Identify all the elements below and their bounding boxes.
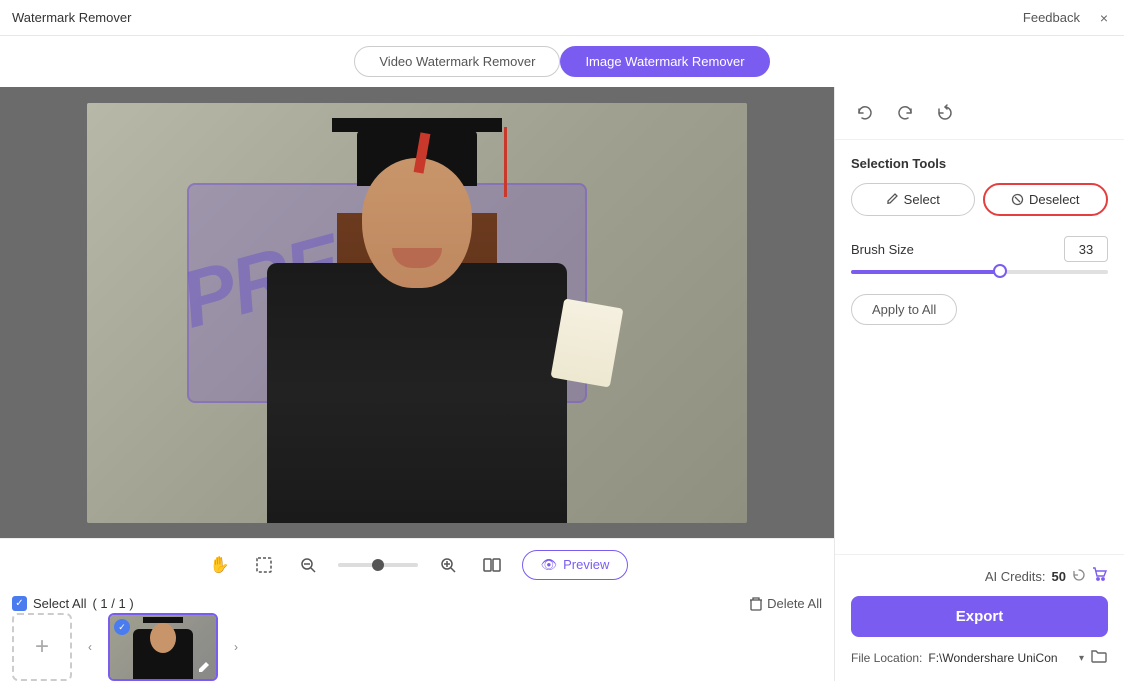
file-location-value: F:\Wondershare UniCon ▾ xyxy=(928,651,1084,665)
delete-all-label: Delete All xyxy=(767,596,822,611)
graduation-photo: PRE xyxy=(87,103,747,523)
folder-icon[interactable] xyxy=(1090,647,1108,669)
feedback-link[interactable]: Feedback xyxy=(1023,10,1080,25)
thumb-edit-icon xyxy=(198,661,212,675)
file-location-label: File Location: xyxy=(851,651,922,665)
brush-size-label: Brush Size xyxy=(851,242,914,257)
canvas-area: PRE ✋ xyxy=(0,87,834,681)
panel-toolbar xyxy=(835,87,1124,140)
brush-size-row: Brush Size 33 xyxy=(851,236,1108,262)
deselect-icon xyxy=(1011,193,1024,206)
apply-to-all-button[interactable]: Apply to All xyxy=(851,294,957,325)
add-icon: + xyxy=(35,633,49,661)
title-bar-left: Watermark Remover xyxy=(12,10,131,25)
panel-body: Selection Tools Select Deselect Brush Si… xyxy=(835,140,1124,554)
select-tool-icon[interactable] xyxy=(250,551,278,579)
pencil-icon xyxy=(886,193,899,206)
grad-cap-tassel xyxy=(504,127,507,197)
filmstrip-nav-right[interactable]: › xyxy=(226,637,246,657)
select-all-text: Select All xyxy=(33,596,86,611)
ai-credits-label: AI Credits: xyxy=(985,569,1046,584)
grad-gown xyxy=(267,263,567,523)
deselect-button[interactable]: Deselect xyxy=(983,183,1109,216)
main-content: PRE ✋ xyxy=(0,87,1124,681)
zoom-slider[interactable] xyxy=(338,563,418,567)
trash-icon xyxy=(749,597,763,611)
select-all-count: ( 1 / 1 ) xyxy=(92,596,133,611)
panel-footer: AI Credits: 50 Export xyxy=(835,554,1124,681)
filmstrip-bottom: + ‹ ✓ › xyxy=(0,613,834,681)
undo-button[interactable] xyxy=(851,99,879,127)
photo-frame: PRE xyxy=(87,103,747,523)
delete-all-button[interactable]: Delete All xyxy=(749,596,822,611)
select-all-label: ✓ Select All ( 1 / 1 ) xyxy=(12,596,134,611)
tab-video-watermark-remover[interactable]: Video Watermark Remover xyxy=(354,46,560,77)
select-button[interactable]: Select xyxy=(851,183,975,216)
filmstrip-nav-left[interactable]: ‹ xyxy=(80,637,100,657)
selection-tools-title: Selection Tools xyxy=(851,156,1108,171)
zoom-slider-thumb xyxy=(372,559,384,571)
tab-bar: Video Watermark Remover Image Watermark … xyxy=(0,36,1124,87)
credits-refresh-icon[interactable] xyxy=(1072,568,1086,585)
tab-image-watermark-remover[interactable]: Image Watermark Remover xyxy=(560,46,769,77)
cart-icon[interactable] xyxy=(1092,567,1108,586)
ai-credits-count: 50 xyxy=(1052,569,1066,584)
brush-size-value: 33 xyxy=(1064,236,1108,262)
refresh-button[interactable] xyxy=(931,99,959,127)
preview-label: Preview xyxy=(563,557,609,572)
thumbnail-item[interactable]: ✓ xyxy=(108,613,218,681)
filmstrip-section: ✓ Select All ( 1 / 1 ) Delete All + ‹ xyxy=(0,590,834,681)
right-panel: Selection Tools Select Deselect Brush Si… xyxy=(834,87,1124,681)
select-label: Select xyxy=(904,192,940,207)
zoom-in-icon[interactable] xyxy=(434,551,462,579)
tool-buttons: Select Deselect xyxy=(851,183,1108,216)
app-title: Watermark Remover xyxy=(12,10,131,25)
add-image-button[interactable]: + xyxy=(12,613,72,681)
grad-cap-board xyxy=(332,118,502,132)
preview-button[interactable]: 👁 Preview xyxy=(522,550,629,580)
select-all-checkbox[interactable]: ✓ xyxy=(12,596,27,611)
zoom-out-icon[interactable] xyxy=(294,551,322,579)
eye-icon: 👁 xyxy=(541,557,558,573)
split-view-icon[interactable] xyxy=(478,551,506,579)
brush-size-slider[interactable] xyxy=(851,270,1108,274)
close-button[interactable]: × xyxy=(1096,10,1112,26)
filmstrip-header: ✓ Select All ( 1 / 1 ) Delete All xyxy=(0,590,834,613)
canvas-toolbar: ✋ xyxy=(0,538,834,590)
grad-face xyxy=(362,158,472,288)
file-path: F:\Wondershare UniCon xyxy=(928,651,1077,665)
deselect-label: Deselect xyxy=(1029,192,1080,207)
redo-button[interactable] xyxy=(891,99,919,127)
file-location-row: File Location: F:\Wondershare UniCon ▾ xyxy=(851,647,1108,669)
file-location-dropdown[interactable]: ▾ xyxy=(1079,653,1084,664)
pan-tool-icon[interactable]: ✋ xyxy=(206,551,234,579)
image-container[interactable]: PRE xyxy=(0,87,834,538)
ai-credits-row: AI Credits: 50 xyxy=(851,567,1108,586)
brush-slider-thumb xyxy=(993,264,1007,278)
export-button[interactable]: Export xyxy=(851,596,1108,637)
thumb-checkmark: ✓ xyxy=(114,619,130,635)
title-bar-right: Feedback × xyxy=(1023,10,1112,26)
title-bar: Watermark Remover Feedback × xyxy=(0,0,1124,36)
